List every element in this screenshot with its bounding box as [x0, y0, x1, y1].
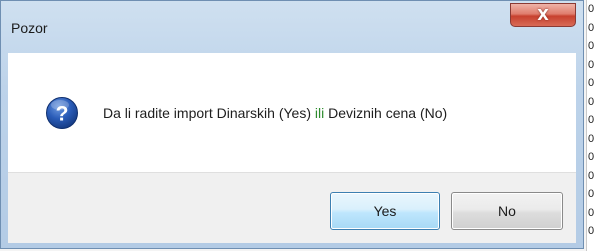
background-digit: 0 [588, 151, 595, 163]
dialog-content: ? Da li radite import Dinarskih (Yes) il… [8, 53, 576, 172]
background-digit: 0 [588, 77, 595, 89]
screen: 0 0 0 0 0 0 0 0 0 0 0 0 0 Pozor X ? Da l… [0, 0, 596, 251]
background-digit: 0 [588, 188, 595, 200]
background-digit: 0 [588, 206, 595, 219]
dialog-title: Pozor [11, 20, 48, 36]
background-digit: 0 [588, 225, 595, 237]
message-text-part2: Deviznih cena (No) [324, 105, 448, 121]
question-icon: ? [46, 97, 78, 129]
background-digit: 0 [588, 58, 595, 71]
dialog-button-bar: Yes No [8, 172, 576, 243]
yes-button[interactable]: Yes [330, 192, 440, 230]
background-digit: 0 [588, 21, 595, 34]
background-digit: 0 [588, 169, 595, 182]
dialog-titlebar[interactable]: Pozor X [1, 1, 583, 47]
close-button[interactable]: X [510, 3, 576, 27]
message-dialog: Pozor X ? Da li radite import Dinarskih … [0, 0, 584, 249]
dialog-message: Da li radite import Dinarskih (Yes) ili … [103, 105, 447, 121]
message-text-part1: Da li radite import Dinarskih (Yes) [103, 105, 315, 121]
message-connector: ili [314, 105, 325, 121]
background-digit: 0 [588, 95, 595, 108]
background-digit: 0 [588, 3, 595, 15]
background-digit: 0 [588, 40, 595, 52]
background-digit: 0 [588, 114, 595, 126]
close-icon: X [537, 6, 549, 24]
no-button[interactable]: No [451, 192, 563, 230]
svg-text:?: ? [56, 103, 69, 126]
background-window-strip: 0 0 0 0 0 0 0 0 0 0 0 0 0 [586, 0, 596, 251]
background-digit: 0 [588, 132, 595, 145]
